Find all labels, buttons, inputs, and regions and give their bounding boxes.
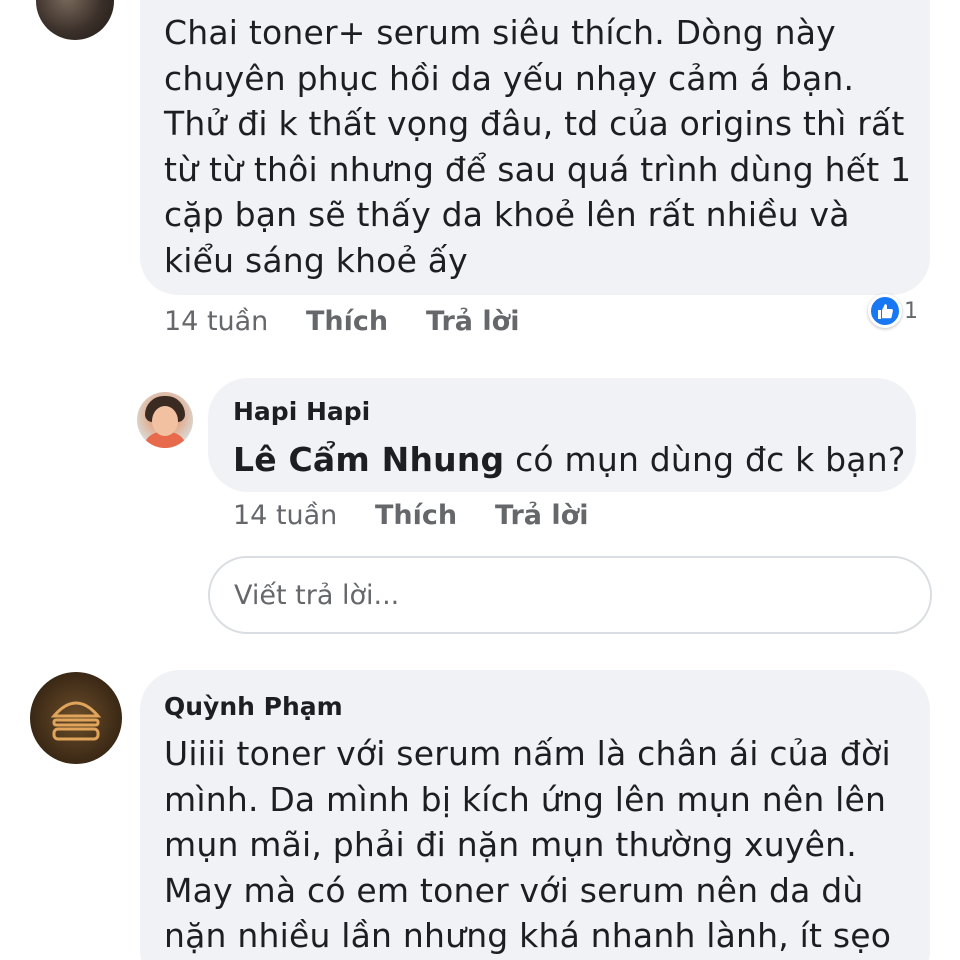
reply-actions: 14 tuần Thích Trả lời (233, 500, 588, 531)
reaction-count: 1 (904, 298, 918, 324)
mention-link[interactable]: Lê Cẩm Nhung (233, 440, 504, 479)
comment-text-line: Chai toner+ serum siêu thích. Dòng này (164, 13, 836, 52)
comment-text-line: mình. Da mình bị kích ứng lên mụn nên lê… (164, 779, 887, 819)
comment-actions: 14 tuần Thích Trả lời (164, 306, 519, 337)
reaction-summary[interactable]: 1 (868, 294, 918, 328)
reply-author-avatar[interactable] (137, 392, 193, 448)
like-icon (868, 294, 902, 328)
reply-text: Lê Cẩm Nhung có mụn dùng đc k bạn? (233, 437, 906, 483)
comment-text-line: chuyên phục hồi da yếu nhạy cảm á bạn. (164, 58, 855, 98)
comment-text-line: Thử đi k thất vọng đâu, td của origins t… (164, 104, 905, 143)
commenter-avatar[interactable] (36, 0, 114, 40)
comment-text: Uiiii toner với serum nấm là chân ái của… (164, 731, 924, 959)
commenter-avatar[interactable] (30, 672, 122, 764)
comment-timestamp[interactable]: 14 tuần (164, 306, 306, 337)
reply-text-body: có mụn dùng đc k bạn? (504, 440, 906, 479)
comment-text-line: kiểu sáng khoẻ ấy (164, 240, 468, 280)
comment-text-line: Uiiii toner với serum nấm là chân ái của… (164, 734, 891, 773)
comment-text-line: từ từ thôi nhưng để sau quá trình dùng h… (164, 149, 912, 189)
comment-author-name[interactable]: Quỳnh Phạm (164, 692, 343, 721)
comment-text-line: nặn nhiều lần nhưng khá nhanh lành, ít s… (164, 916, 892, 955)
comment-text-line: May mà có em toner với serum nên da dù (164, 870, 864, 910)
like-button[interactable]: Thích (306, 306, 426, 337)
write-reply-input[interactable] (208, 556, 932, 634)
reply-timestamp[interactable]: 14 tuần (233, 500, 375, 531)
reply-author-name[interactable]: Hapi Hapi (233, 397, 370, 426)
comment-text: Chai toner+ serum siêu thích. Dòng này c… (164, 10, 924, 283)
reply-button[interactable]: Trả lời (426, 306, 519, 337)
reply-button[interactable]: Trả lời (495, 500, 588, 531)
comment-text-line: cặp bạn sẽ thấy da khoẻ lên rất nhiều và (164, 195, 850, 234)
comment-text-line: mụn mãi, phải đi nặn mụn thường xuyên. (164, 825, 857, 864)
burger-logo-icon (50, 701, 102, 741)
like-button[interactable]: Thích (375, 500, 495, 531)
